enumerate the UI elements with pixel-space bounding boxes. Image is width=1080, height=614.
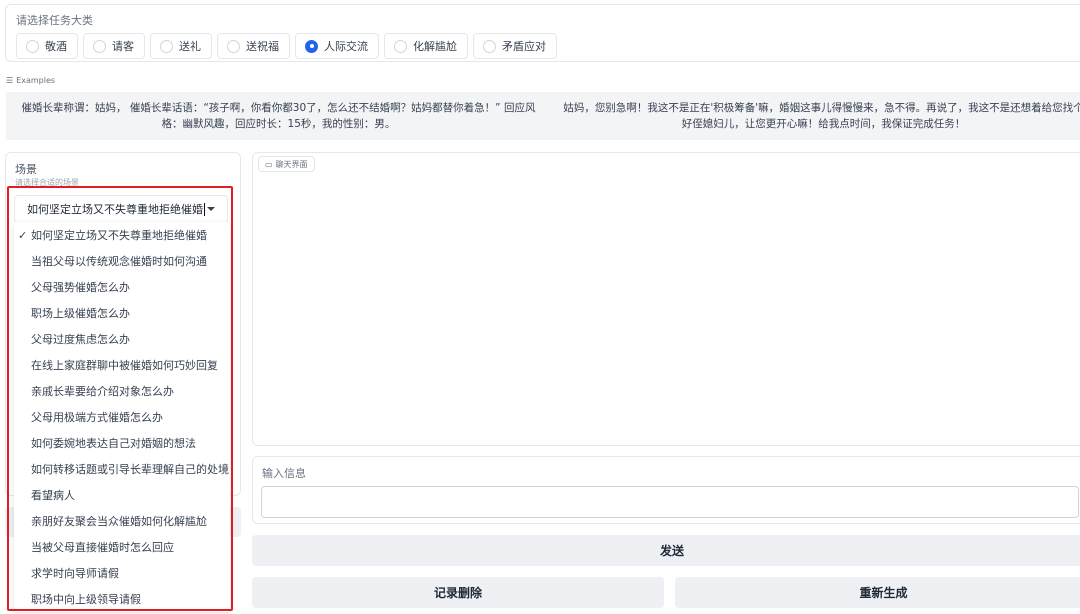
input-panel: 输入信息 ⟋ <box>252 456 1080 524</box>
dropdown-option[interactable]: 职场上级催婚怎么办 <box>14 300 230 326</box>
examples-label: Examples <box>16 76 56 85</box>
task-category-label: 请选择任务大类 <box>16 14 93 27</box>
radio-option-awkward[interactable]: 化解尴尬 <box>384 33 468 59</box>
delete-history-button[interactable]: 记录删除 <box>252 577 664 608</box>
radio-checked-icon <box>305 39 318 53</box>
example-output-cell[interactable]: 姑妈，您别急啊！我这不是正在'积极筹备'嘛，婚姻这事儿得慢慢来，急不得。再说了，… <box>551 92 1080 140</box>
dropdown-option[interactable]: 当被父母直接催婚时怎么回应 <box>14 534 230 560</box>
radio-option-gift[interactable]: 送礼 <box>150 33 212 59</box>
dropdown-option[interactable]: 在线上家庭群聊中被催婚如何巧妙回复 <box>14 352 230 378</box>
check-icon: ✓ <box>18 228 28 242</box>
dropdown-option[interactable]: 如何委婉地表达自己对婚姻的想法 <box>14 430 230 456</box>
dropdown-option[interactable]: 看望病人 <box>14 482 230 508</box>
regenerate-button[interactable]: 重新生成 <box>675 577 1080 608</box>
examples-header: ☰ Examples <box>6 76 55 85</box>
radio-option-blessing[interactable]: 送祝福 <box>217 33 290 59</box>
dropdown-option[interactable]: 父母用极端方式催婚怎么办 <box>14 404 230 430</box>
dropdown-option[interactable]: 职场中向上级领导请假 <box>14 586 230 612</box>
scene-subtitle: 请选择合适的场景 <box>15 178 79 187</box>
task-category-panel: 请选择任务大类 敬酒 请客 送礼 送祝福 人际交流 化解尴尬 矛盾应对 <box>5 4 1080 62</box>
chat-panel[interactable]: ▭ 聊天界面 <box>252 152 1080 446</box>
chat-icon: ▭ <box>265 159 273 169</box>
send-button[interactable]: 发送 <box>252 535 1080 566</box>
message-input[interactable] <box>261 486 1079 518</box>
list-icon: ☰ <box>6 76 14 85</box>
dropdown-option[interactable]: 父母强势催婚怎么办 <box>14 274 230 300</box>
radio-circle-icon <box>26 39 39 53</box>
example-row[interactable]: 催婚长辈称谓：姑妈， 催婚长辈话语：“孩子啊，你看你都30了，怎么还不结婚啊？姑… <box>6 92 1080 140</box>
scene-title: 场景 <box>15 163 37 176</box>
radio-circle-icon <box>160 39 173 53</box>
scene-select-value: 如何坚定立场又不失尊重地拒绝催婚 <box>27 203 203 216</box>
scene-select[interactable]: 如何坚定立场又不失尊重地拒绝催婚 <box>14 195 228 223</box>
scene-dropdown-list: ✓ 如何坚定立场又不失尊重地拒绝催婚 当祖父母以传统观念催婚时如何沟通 父母强势催… <box>14 222 230 612</box>
chat-label: ▭ 聊天界面 <box>258 156 315 172</box>
radio-option-conflict[interactable]: 矛盾应对 <box>473 33 557 59</box>
radio-circle-icon <box>483 39 496 53</box>
dropdown-option[interactable]: 如何转移话题或引导长辈理解自己的处境 <box>14 456 230 482</box>
radio-circle-icon <box>394 39 407 53</box>
dropdown-option[interactable]: 亲戚长辈要给介绍对象怎么办 <box>14 378 230 404</box>
dropdown-option[interactable]: 亲朋好友聚会当众催婚如何化解尴尬 <box>14 508 230 534</box>
dropdown-option-selected[interactable]: ✓ 如何坚定立场又不失尊重地拒绝催婚 <box>14 222 230 248</box>
dropdown-option[interactable]: 求学时向导师请假 <box>14 560 230 586</box>
dropdown-option[interactable]: 当祖父母以传统观念催婚时如何沟通 <box>14 248 230 274</box>
text-cursor <box>204 202 205 216</box>
example-input-cell[interactable]: 催婚长辈称谓：姑妈， 催婚长辈话语：“孩子啊，你看你都30了，怎么还不结婚啊？姑… <box>6 92 551 140</box>
radio-circle-icon <box>93 39 106 53</box>
input-label: 输入信息 <box>262 467 306 480</box>
chevron-down-icon <box>207 207 215 211</box>
task-category-radio-group: 敬酒 请客 送礼 送祝福 人际交流 化解尴尬 矛盾应对 <box>16 33 557 59</box>
radio-option-social[interactable]: 人际交流 <box>295 33 379 59</box>
dropdown-option[interactable]: 父母过度焦虑怎么办 <box>14 326 230 352</box>
radio-option-toast[interactable]: 敬酒 <box>16 33 78 59</box>
radio-option-treat[interactable]: 请客 <box>83 33 145 59</box>
radio-circle-icon <box>227 39 240 53</box>
